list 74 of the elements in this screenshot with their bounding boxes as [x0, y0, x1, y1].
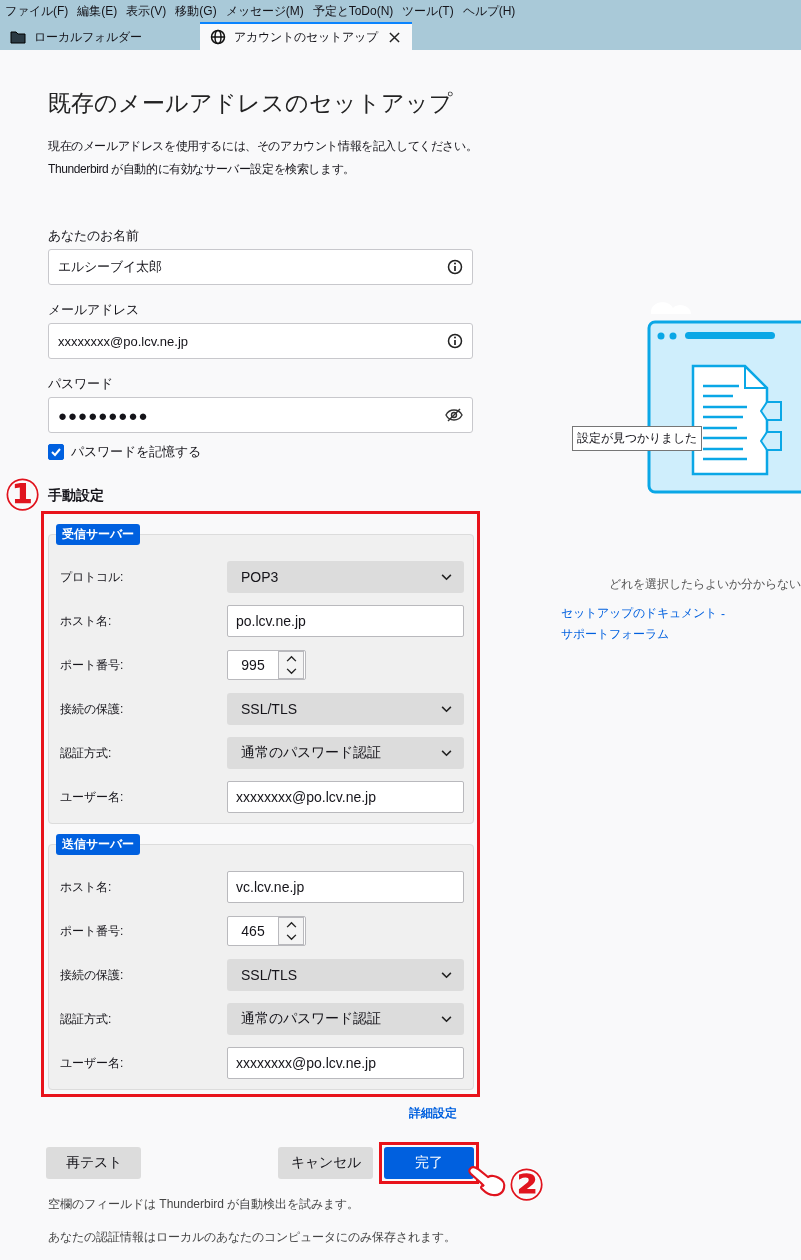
field-label: ポート番号:	[60, 656, 125, 674]
finish-button[interactable]: 完了	[384, 1147, 474, 1179]
chevron-down-icon	[441, 971, 452, 979]
documentation-link[interactable]: セットアップのドキュメント	[561, 605, 717, 622]
number-field[interactable]: 465	[227, 916, 306, 946]
chevron-down-icon	[441, 705, 452, 713]
chevron-down-icon	[441, 1015, 452, 1023]
tab[interactable]: アカウントのセットアップ	[200, 22, 412, 50]
menu-item[interactable]: 編集(E)	[77, 2, 118, 20]
intro-text: Thunderbird が自動的に有効なサーバー設定を検索します。	[48, 161, 356, 178]
input-field[interactable]: ●●●●●●●●●	[48, 397, 473, 433]
tab-label: アカウントのセットアップ	[234, 28, 380, 46]
field-label: 接続の保護:	[60, 966, 125, 984]
dropdown[interactable]: 通常のパスワード認証	[227, 1003, 464, 1035]
menu-item[interactable]: メッセージ(M)	[225, 2, 304, 20]
number-field[interactable]: 995	[227, 650, 306, 680]
folder-icon	[10, 30, 26, 44]
chevron-down-icon	[441, 749, 452, 757]
menu-item[interactable]: 表示(V)	[126, 2, 167, 20]
menu-item[interactable]: ヘルプ(H)	[462, 2, 516, 20]
tab-label: ローカルフォルダー	[34, 28, 143, 46]
tab[interactable]: ローカルフォルダー	[0, 24, 190, 50]
separator-text: -	[721, 606, 725, 621]
menu-item[interactable]: 予定とToDo(N)	[312, 2, 394, 20]
menu-item[interactable]: ファイル(F)	[5, 2, 69, 20]
input-field[interactable]: xxxxxxxx@po.lcv.ne.jp	[227, 1047, 464, 1079]
dropdown[interactable]: 通常のパスワード認証	[227, 737, 464, 769]
input-field[interactable]: po.lcv.ne.jp	[227, 605, 464, 637]
field-label: プロトコル:	[60, 568, 125, 586]
field-label: ユーザー名:	[60, 1054, 125, 1072]
field-label: 認証方式:	[60, 744, 113, 762]
dropdown[interactable]: SSL/TLS	[227, 959, 464, 991]
field-label: メールアドレス	[48, 301, 140, 319]
chevron-down-icon	[441, 573, 452, 581]
field-label: ユーザー名:	[60, 788, 125, 806]
checkbox[interactable]	[48, 444, 64, 460]
cancel-button[interactable]: キャンセル	[278, 1147, 373, 1179]
retest-button[interactable]: 再テスト	[46, 1147, 141, 1179]
menu-item[interactable]: 移動(G)	[175, 2, 217, 20]
intro-text: 現在のメールアドレスを使用するには、そのアカウント情報を記入してください。	[48, 138, 473, 155]
note-text: あなたの認証情報はローカルのあなたのコンピュータにのみ保存されます。	[48, 1229, 457, 1246]
spinner-arrows-icon[interactable]	[278, 917, 304, 945]
input-field[interactable]: xxxxxxxx@po.lcv.ne.jp	[227, 781, 464, 813]
close-icon[interactable]	[389, 31, 400, 43]
checkbox-label: パスワードを記憶する	[71, 443, 201, 461]
field-label: パスワード	[48, 375, 114, 393]
field-label: 接続の保護:	[60, 700, 125, 718]
help-text: どれを選択したらよいか分からない	[608, 576, 801, 593]
callout-number: ②	[508, 1163, 546, 1207]
input-field[interactable]: vc.lcv.ne.jp	[227, 871, 464, 903]
field-label: ホスト名:	[60, 612, 113, 630]
menu-item[interactable]: ツール(T)	[402, 2, 454, 20]
section-badge: 送信サーバー	[56, 834, 140, 855]
advanced-settings-link[interactable]: 詳細設定	[409, 1105, 457, 1122]
section-title: 手動設定	[48, 487, 105, 505]
field-label: ポート番号:	[60, 922, 125, 940]
callout-number: ①	[4, 473, 42, 517]
info-icon	[447, 259, 463, 275]
field-label: ホスト名:	[60, 878, 113, 896]
info-icon	[447, 333, 463, 349]
dropdown[interactable]: POP3	[227, 561, 464, 593]
input-field[interactable]: エルシーブイ太郎	[48, 249, 473, 285]
section-badge: 受信サーバー	[56, 524, 140, 545]
field-label: あなたのお名前	[48, 227, 140, 245]
dropdown[interactable]: SSL/TLS	[227, 693, 464, 725]
globe-icon	[210, 29, 226, 45]
spinner-arrows-icon[interactable]	[278, 651, 304, 679]
input-field[interactable]: xxxxxxxx@po.lcv.ne.jp	[48, 323, 473, 359]
tooltip: 設定が見つかりました	[572, 426, 702, 451]
page-title: 既存のメールアドレスのセットアップ	[48, 89, 454, 118]
support-forum-link[interactable]: サポートフォーラム	[561, 626, 669, 643]
field-label: 認証方式:	[60, 1010, 113, 1028]
note-text: 空欄のフィールドは Thunderbird が自動検出を試みます。	[48, 1196, 361, 1213]
eye-slash-icon[interactable]	[445, 408, 463, 422]
